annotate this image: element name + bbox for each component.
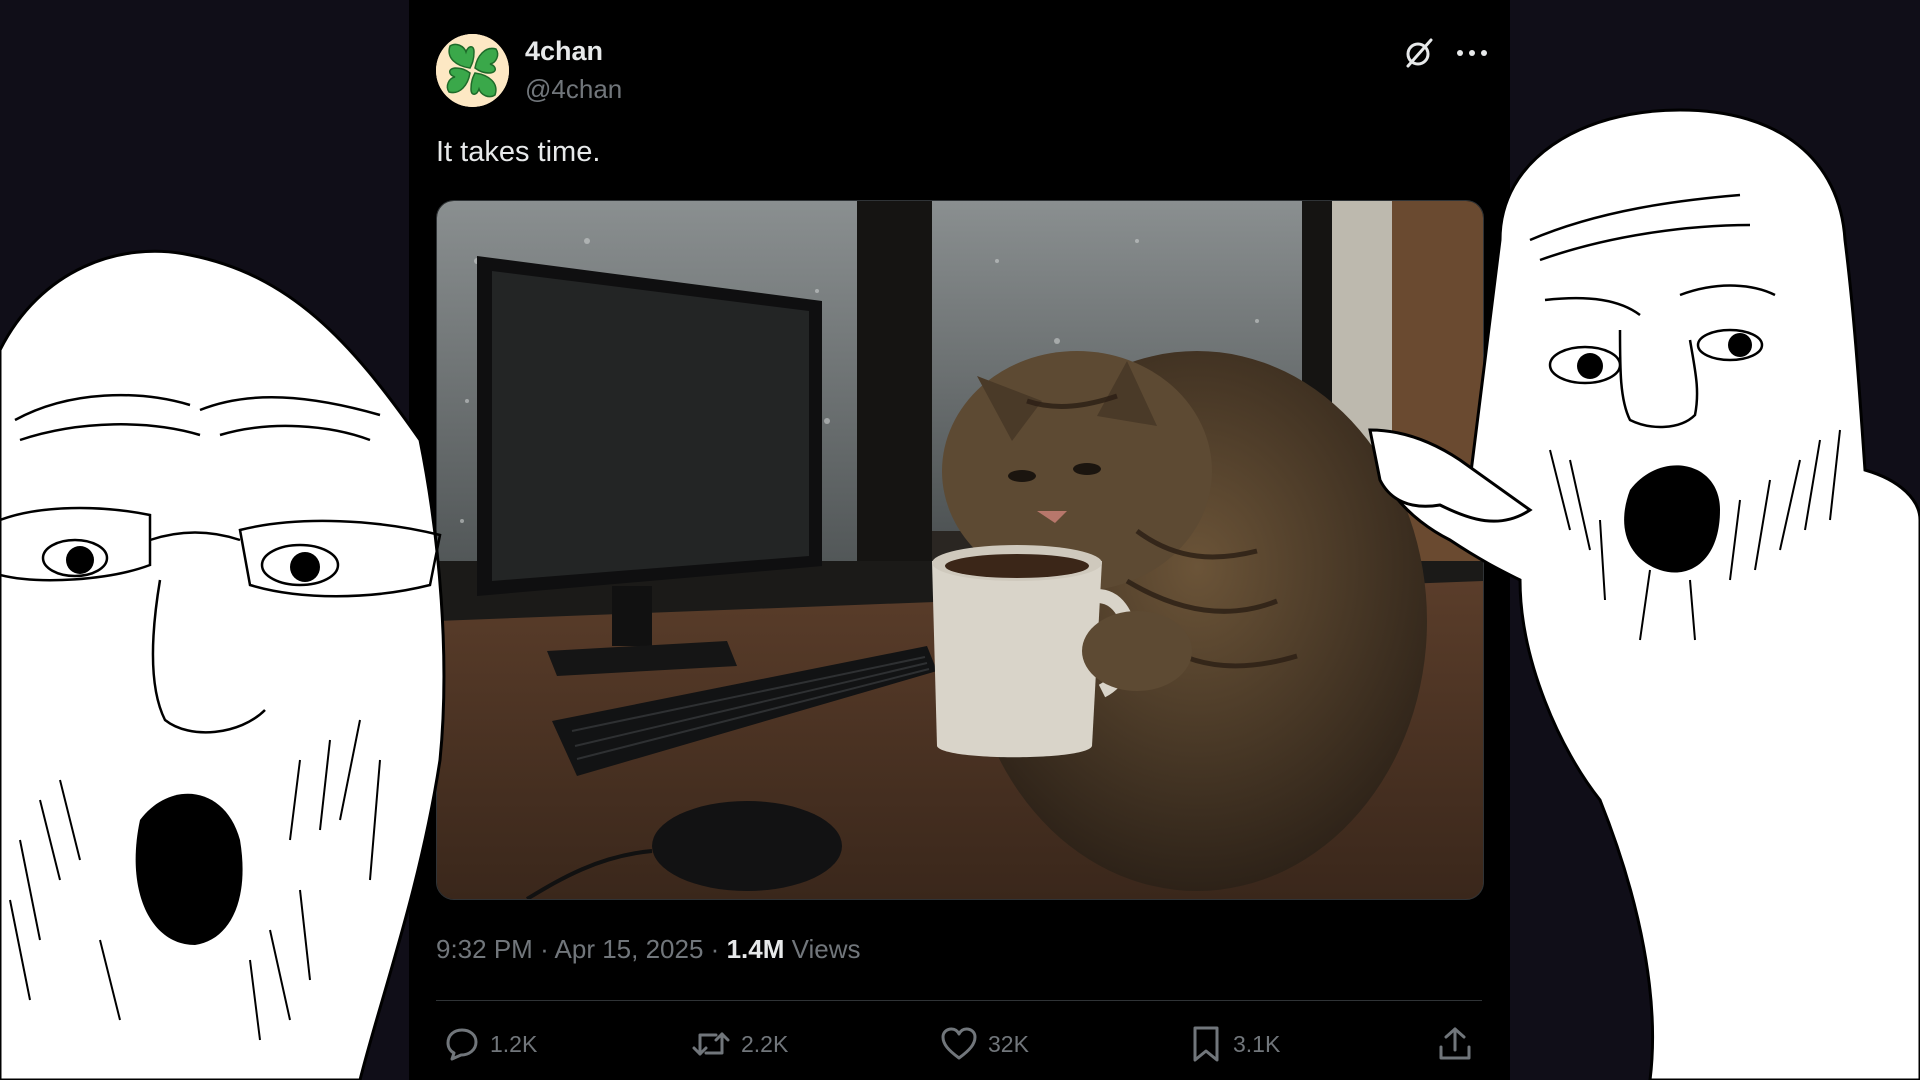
- repost-icon: [692, 1032, 730, 1056]
- author-avatar[interactable]: [436, 34, 509, 107]
- bookmark-count: 3.1K: [1233, 1030, 1281, 1057]
- meta-separator: ·: [710, 934, 720, 964]
- meme-canvas: 4chan @4chan It takes time. 9:32 PM · Ap…: [0, 0, 1920, 1080]
- tweet-date[interactable]: Apr 15, 2025: [555, 934, 704, 964]
- clover-logo-icon: [436, 34, 509, 107]
- author-handle[interactable]: @4chan: [525, 74, 622, 105]
- repost-button[interactable]: 2.2K: [691, 1024, 788, 1064]
- bookmark-icon: [1193, 1026, 1219, 1062]
- more-icon[interactable]: [1452, 36, 1492, 70]
- repost-count: 2.2K: [741, 1030, 789, 1057]
- views-label: Views: [791, 934, 861, 964]
- tweet-meta: 9:32 PM · Apr 15, 2025 · 1.4M Views: [436, 934, 861, 965]
- reply-count: 1.2K: [490, 1030, 538, 1057]
- bookmark-button[interactable]: 3.1K: [1189, 1024, 1280, 1064]
- wojak-left-glasses: [0, 240, 470, 1080]
- author-name[interactable]: 4chan: [525, 36, 603, 67]
- like-button[interactable]: 32K: [940, 1024, 1029, 1064]
- like-icon: [941, 1027, 977, 1060]
- grok-icon[interactable]: [1402, 36, 1436, 70]
- tweet-text: It takes time.: [436, 136, 601, 168]
- views-count: 1.4M: [726, 934, 785, 964]
- wojak-right-pointing: [1300, 100, 1920, 1080]
- like-count: 32K: [988, 1030, 1029, 1057]
- meta-separator: ·: [540, 934, 549, 964]
